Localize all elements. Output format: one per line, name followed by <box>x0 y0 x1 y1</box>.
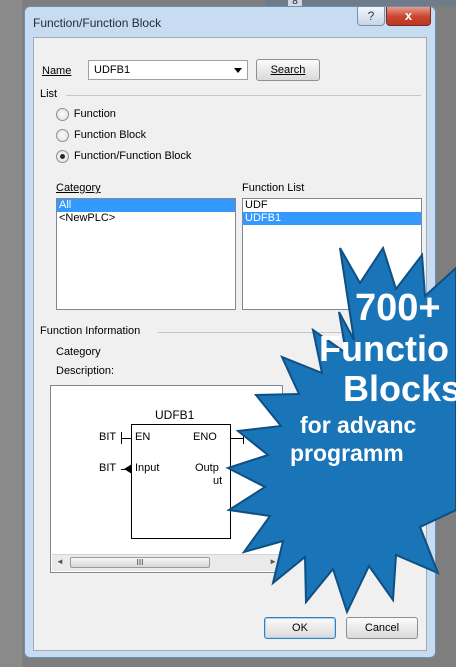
promo-line-advanced: for advanc <box>300 412 417 438</box>
promo-line-programming: programm <box>290 440 404 466</box>
promo-line-700: 700+ <box>355 287 441 329</box>
promo-line-blocks: Blocks <box>343 368 456 409</box>
promo-line-function: Functio <box>319 328 449 369</box>
